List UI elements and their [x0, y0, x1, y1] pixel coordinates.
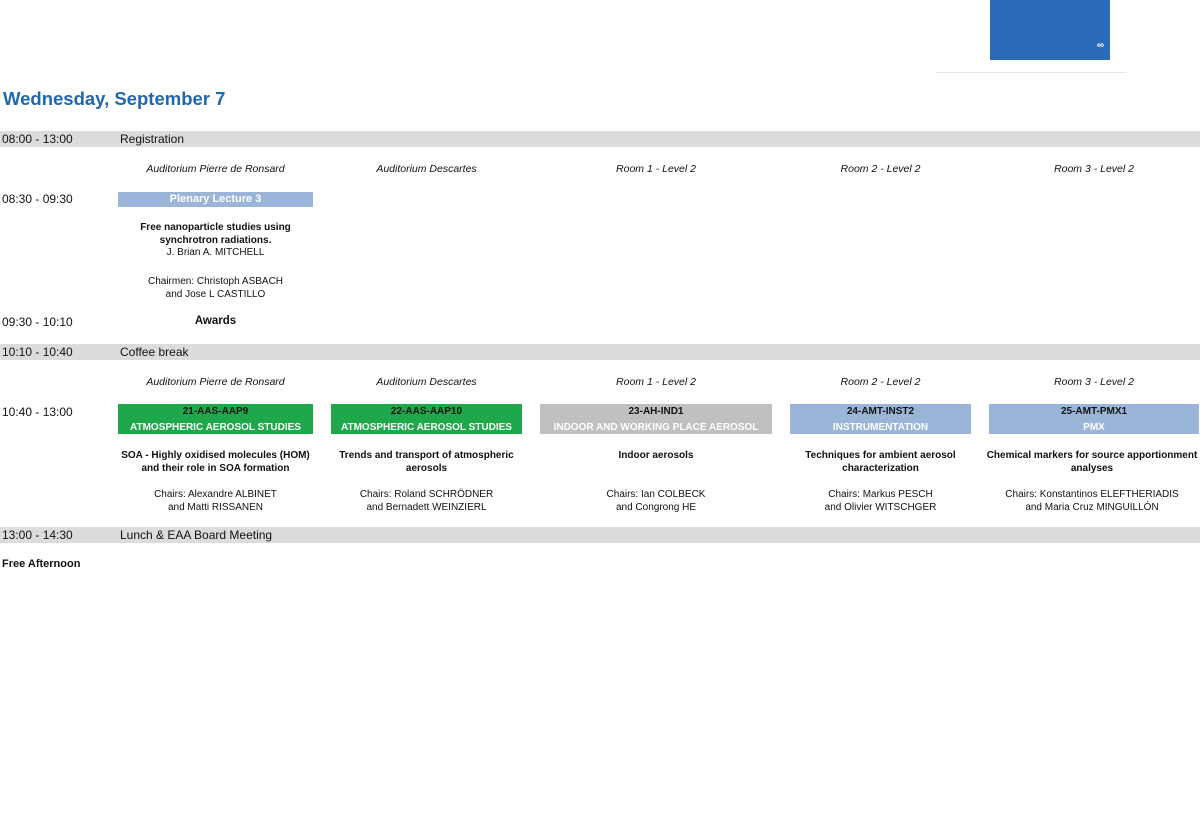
session-code-box: 23-AH-IND1 INDOOR AND WORKING PLACE AERO…: [540, 404, 772, 434]
room-header: Room 1 - Level 2: [616, 376, 696, 388]
header-divider: [936, 72, 1126, 73]
session-code-box: 22-AAS-AAP10 ATMOSPHERIC AEROSOL STUDIES: [331, 404, 522, 434]
sessions-time: 10:40 - 13:00: [2, 405, 73, 419]
day-title: Wednesday, September 7: [3, 88, 226, 109]
room-header: Room 2 - Level 2: [840, 376, 921, 388]
session-theme: INDOOR AND WORKING PLACE AEROSOL: [553, 422, 759, 433]
room-header: Auditorium Descartes: [376, 376, 477, 388]
session-chair: and Bernadett WEINZIERL: [366, 501, 487, 513]
session-code: 23-AH-IND1: [628, 406, 684, 417]
session-chair: and Maria Cruz MINGUILLÓN: [1025, 501, 1159, 513]
registration-label: Registration: [120, 132, 185, 146]
lunch-time: 13:00 - 14:30: [2, 528, 73, 542]
session-code-box: 25-AMT-PMX1 PMX: [989, 404, 1199, 434]
session-title: SOA - Highly oxidised molecules (HOM): [121, 450, 310, 461]
room-header: Room 2 - Level 2: [840, 163, 921, 175]
plenary-title: synchrotron radiations.: [159, 234, 272, 246]
session-title: and their role in SOA formation: [141, 462, 290, 474]
session-theme: INSTRUMENTATION: [832, 422, 929, 433]
coffee-label: Coffee break: [120, 345, 189, 359]
plenary-title: Free nanoparticle studies using: [140, 222, 291, 233]
session-chair: Chairs: Alexandre ALBINET: [154, 489, 277, 500]
session-code: 25-AMT-PMX1: [1060, 406, 1128, 417]
session-chair: Chairs: Roland SCHRÖDNER: [359, 489, 494, 500]
session-chair: Chairs: Konstantinos ELEFTHERIADIS: [1005, 489, 1179, 500]
session-title: Techniques for ambient aerosol: [805, 450, 956, 461]
session-title: analyses: [1070, 462, 1114, 474]
session-chair: and Matti RISSANEN: [167, 501, 264, 513]
logo-glyph-icon: ∞: [1096, 40, 1104, 51]
room-header: Auditorium Pierre de Ronsard: [146, 376, 285, 388]
session-code: 21-AAS-AAP9: [182, 406, 249, 417]
room-header: Room 3 - Level 2: [1054, 376, 1134, 388]
session-code-box: 24-AMT-INST2 INSTRUMENTATION: [790, 404, 971, 434]
session-chair: and Olivier WITSCHGER: [824, 501, 937, 513]
session-theme: ATMOSPHERIC AEROSOL STUDIES: [130, 422, 301, 433]
session-chair: and Congrong HE: [615, 501, 697, 513]
plenary-time: 08:30 - 09:30: [2, 192, 73, 206]
coffee-time: 10:10 - 10:40: [2, 345, 73, 359]
plenary-label: Plenary Lecture 3: [118, 192, 313, 207]
room-header: Room 3 - Level 2: [1054, 163, 1134, 175]
session-title: characterization: [842, 462, 919, 474]
session-title: Indoor aerosols: [618, 450, 694, 461]
session-theme: PMX: [1083, 422, 1105, 433]
awards-label: Awards: [194, 315, 237, 327]
session-title: aerosols: [405, 462, 448, 474]
registration-time: 08:00 - 13:00: [2, 132, 73, 146]
session-code: 24-AMT-INST2: [846, 406, 915, 417]
session-title: Trends and transport of atmospheric: [339, 450, 514, 461]
room-header: Auditorium Pierre de Ronsard: [146, 163, 285, 175]
plenary-chair: Chairmen: Christoph ASBACH: [147, 276, 284, 287]
session-theme: ATMOSPHERIC AEROSOL STUDIES: [341, 422, 512, 433]
session-code-box: 21-AAS-AAP9 ATMOSPHERIC AEROSOL STUDIES: [118, 404, 313, 434]
plenary-speaker: J. Brian A. MITCHELL: [166, 247, 265, 258]
room-header: Auditorium Descartes: [376, 163, 477, 175]
lunch-label: Lunch & EAA Board Meeting: [120, 528, 273, 542]
header-color-block: ∞: [990, 0, 1110, 60]
session-chair: Chairs: Ian COLBECK: [606, 489, 706, 500]
session-title: Chemical markers for source apportionmen…: [986, 450, 1198, 461]
awards-time: 09:30 - 10:10: [2, 315, 73, 329]
room-header: Room 1 - Level 2: [616, 163, 696, 175]
session-chair: Chairs: Markus PESCH: [828, 489, 933, 500]
plenary-chair: and Jose L CASTILLO: [165, 288, 266, 300]
free-afternoon: Free Afternoon: [2, 558, 81, 570]
session-code: 22-AAS-AAP10: [390, 406, 463, 417]
